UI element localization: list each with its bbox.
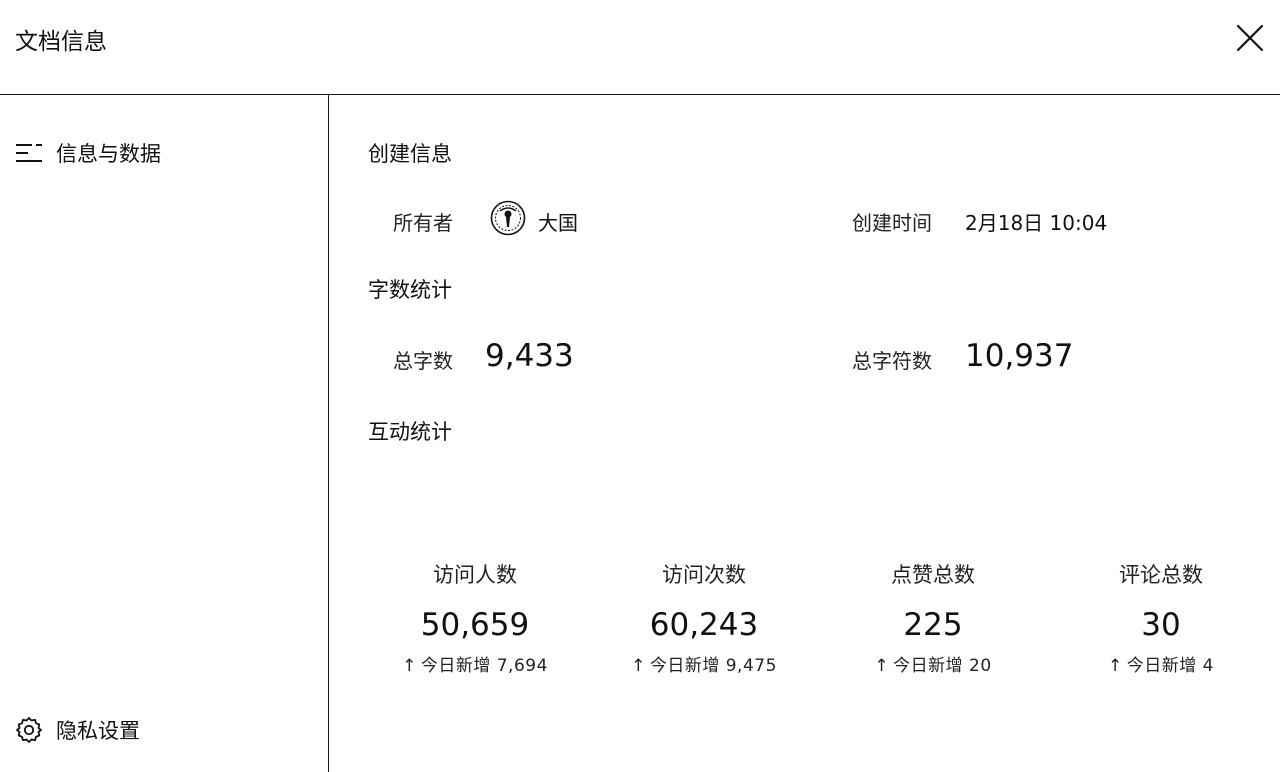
stat-delta-text: 今日新增 7,694 [420,656,548,676]
created-time-label: 创建时间 [852,211,932,235]
sidebar-item-label: 信息与数据 [56,142,161,166]
stat-delta-text: 今日新增 20 [893,656,992,676]
total-words-label: 总字数 [393,349,453,373]
stat-comments: 评论总数 30 ↑ 今日新增 4 [1046,559,1276,676]
stat-label: 评论总数 [1119,563,1203,587]
section-title-interact: 互动统计 [368,420,452,444]
stat-delta: ↑ 今日新增 7,694 [360,651,590,676]
sidebar-item-label: 隐私设置 [56,719,140,743]
created-time-value: 2月18日 10:04 [965,211,1108,235]
total-words-value: 9,433 [485,338,574,374]
owner-name[interactable]: 大国 [538,207,578,236]
dialog-title: 文档信息 [15,29,107,55]
close-icon[interactable] [1234,22,1266,54]
stat-value: 225 [903,607,963,643]
sidebar: 信息与数据 隐私设置 [0,95,329,772]
stat-delta: ↑ 今日新增 20 [818,651,1048,676]
stat-likes: 点赞总数 225 ↑ 今日新增 20 [818,559,1048,676]
main-panel: 创建信息 所有者 大国 创建时间 2月18日 10:04 字数统计 总字数 9,… [330,95,1280,772]
sidebar-item-privacy[interactable]: 隐私设置 [14,715,140,745]
section-title-create: 创建信息 [368,142,452,166]
stat-value: 50,659 [420,607,530,643]
section-title-words: 字数统计 [368,278,452,302]
stat-label: 访问人数 [433,563,517,587]
stat-visits: 访问次数 60,243 ↑ 今日新增 9,475 [589,559,819,676]
interaction-stats: 访问人数 50,659 ↑ 今日新增 7,694 访问次数 60,243 ↑ 今日新… [360,559,1280,689]
total-chars-label: 总字符数 [852,349,932,373]
gear-icon [14,715,44,745]
arrow-up-icon: ↑ [631,656,646,676]
arrow-up-icon: ↑ [874,656,890,676]
total-chars-value: 10,937 [965,338,1074,374]
stat-delta: ↑ 今日新增 9,475 [589,651,819,676]
dialog-header: 文档信息 [0,0,1280,95]
arrow-up-icon: ↑ [402,656,417,676]
stat-value: 30 [1141,607,1181,643]
stat-label: 访问次数 [662,563,746,587]
avatar[interactable] [490,200,526,236]
stat-delta-text: 今日新增 9,475 [649,656,777,676]
owner-label: 所有者 [393,211,453,235]
stat-value: 60,243 [649,607,759,643]
stat-visitors: 访问人数 50,659 ↑ 今日新增 7,694 [360,559,590,676]
arrow-up-icon: ↑ [1108,656,1123,676]
stat-delta-text: 今日新增 4 [1126,656,1214,676]
stat-label: 点赞总数 [891,563,975,587]
stat-delta: ↑ 今日新增 4 [1046,651,1276,676]
list-icon [14,138,44,168]
sidebar-item-info[interactable]: 信息与数据 [14,138,161,168]
